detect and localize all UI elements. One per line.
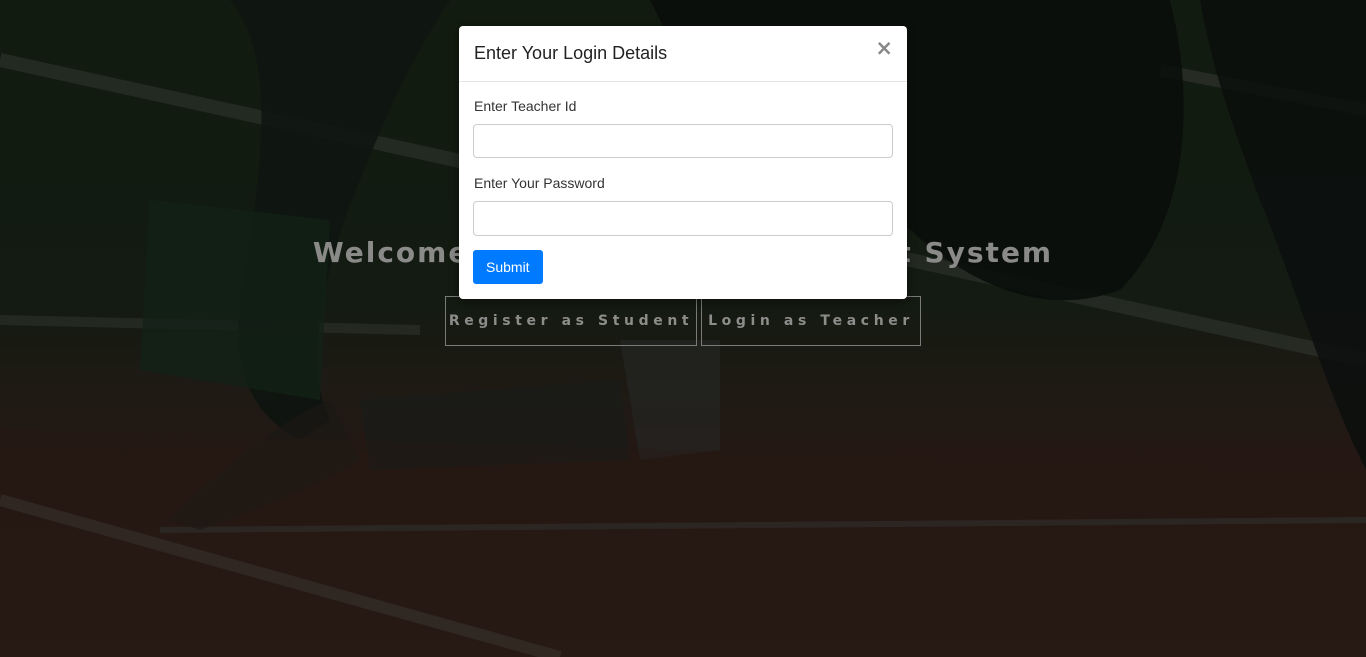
password-input[interactable] [473, 201, 893, 236]
modal-title: Enter Your Login Details [474, 43, 668, 63]
modal-body: Enter Teacher Id Enter Your Password Sub… [459, 82, 907, 284]
register-student-button[interactable]: Register as Student [445, 296, 697, 346]
teacher-id-label: Enter Teacher Id [474, 98, 577, 114]
hero-buttons: Register as Student Login as Teacher [445, 296, 921, 346]
submit-button[interactable]: Submit [473, 250, 543, 284]
hero-title-right: t System [897, 236, 1054, 269]
hero-title-left: Welcome [312, 236, 470, 269]
modal-header: Enter Your Login Details × [459, 26, 907, 82]
login-modal: Enter Your Login Details × Enter Teacher… [459, 26, 907, 299]
login-teacher-button[interactable]: Login as Teacher [701, 296, 921, 346]
page: Welcome t System Register as Student Logi… [0, 0, 1366, 657]
close-icon[interactable]: × [875, 38, 893, 59]
teacher-id-input[interactable] [473, 124, 893, 158]
password-label: Enter Your Password [474, 175, 605, 191]
